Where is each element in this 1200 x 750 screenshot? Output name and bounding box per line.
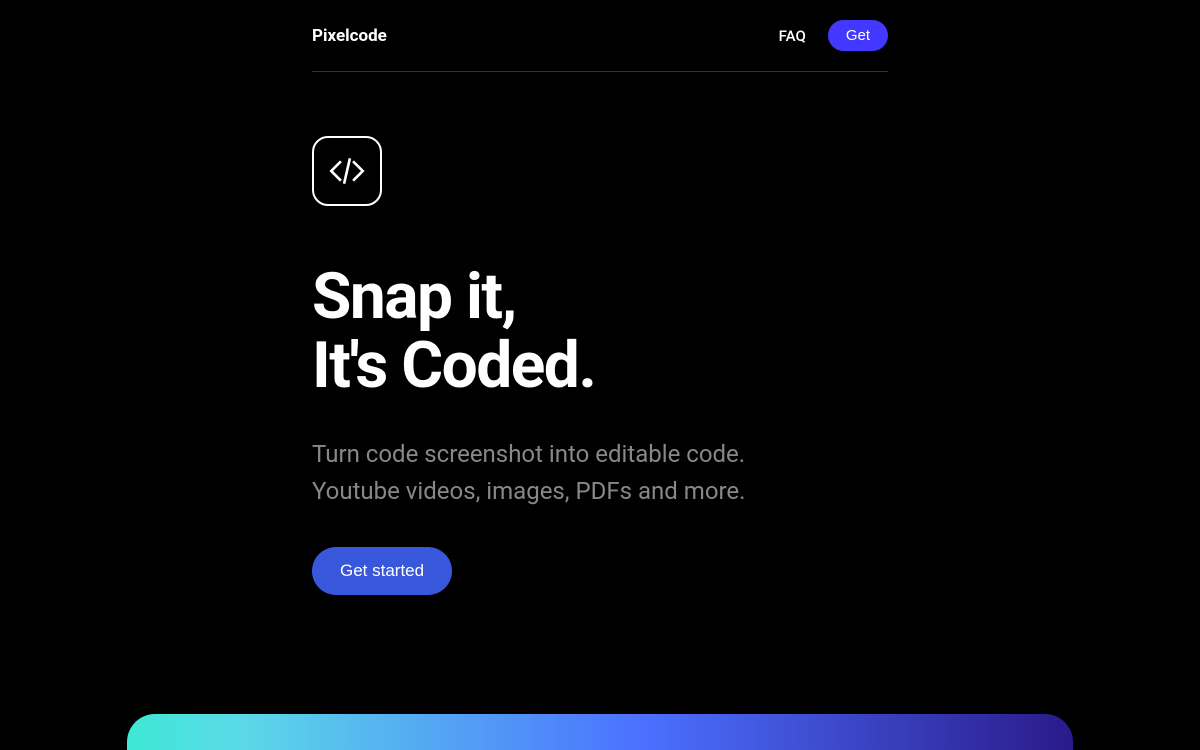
hero-section: Snap it, It's Coded. Turn code screensho… (312, 72, 888, 595)
brand-logo[interactable]: Pixelcode (312, 26, 387, 46)
code-brackets-icon (326, 150, 368, 192)
hero-title: Snap it, It's Coded. (312, 262, 888, 400)
gradient-banner (127, 714, 1073, 750)
hero-subtitle: Turn code screenshot into editable code.… (312, 436, 888, 510)
nav-get-button[interactable]: Get (828, 20, 888, 51)
nav-faq-link[interactable]: FAQ (779, 27, 806, 45)
hero-title-line2: It's Coded. (312, 331, 888, 400)
hero-subtitle-line1: Turn code screenshot into editable code. (312, 436, 888, 473)
header-nav: FAQ Get (779, 20, 888, 51)
hero-subtitle-line2: Youtube videos, images, PDFs and more. (312, 473, 888, 510)
get-started-button[interactable]: Get started (312, 547, 452, 595)
app-icon (312, 136, 382, 206)
page-header: Pixelcode FAQ Get (312, 20, 888, 72)
hero-title-line1: Snap it, (312, 262, 888, 331)
